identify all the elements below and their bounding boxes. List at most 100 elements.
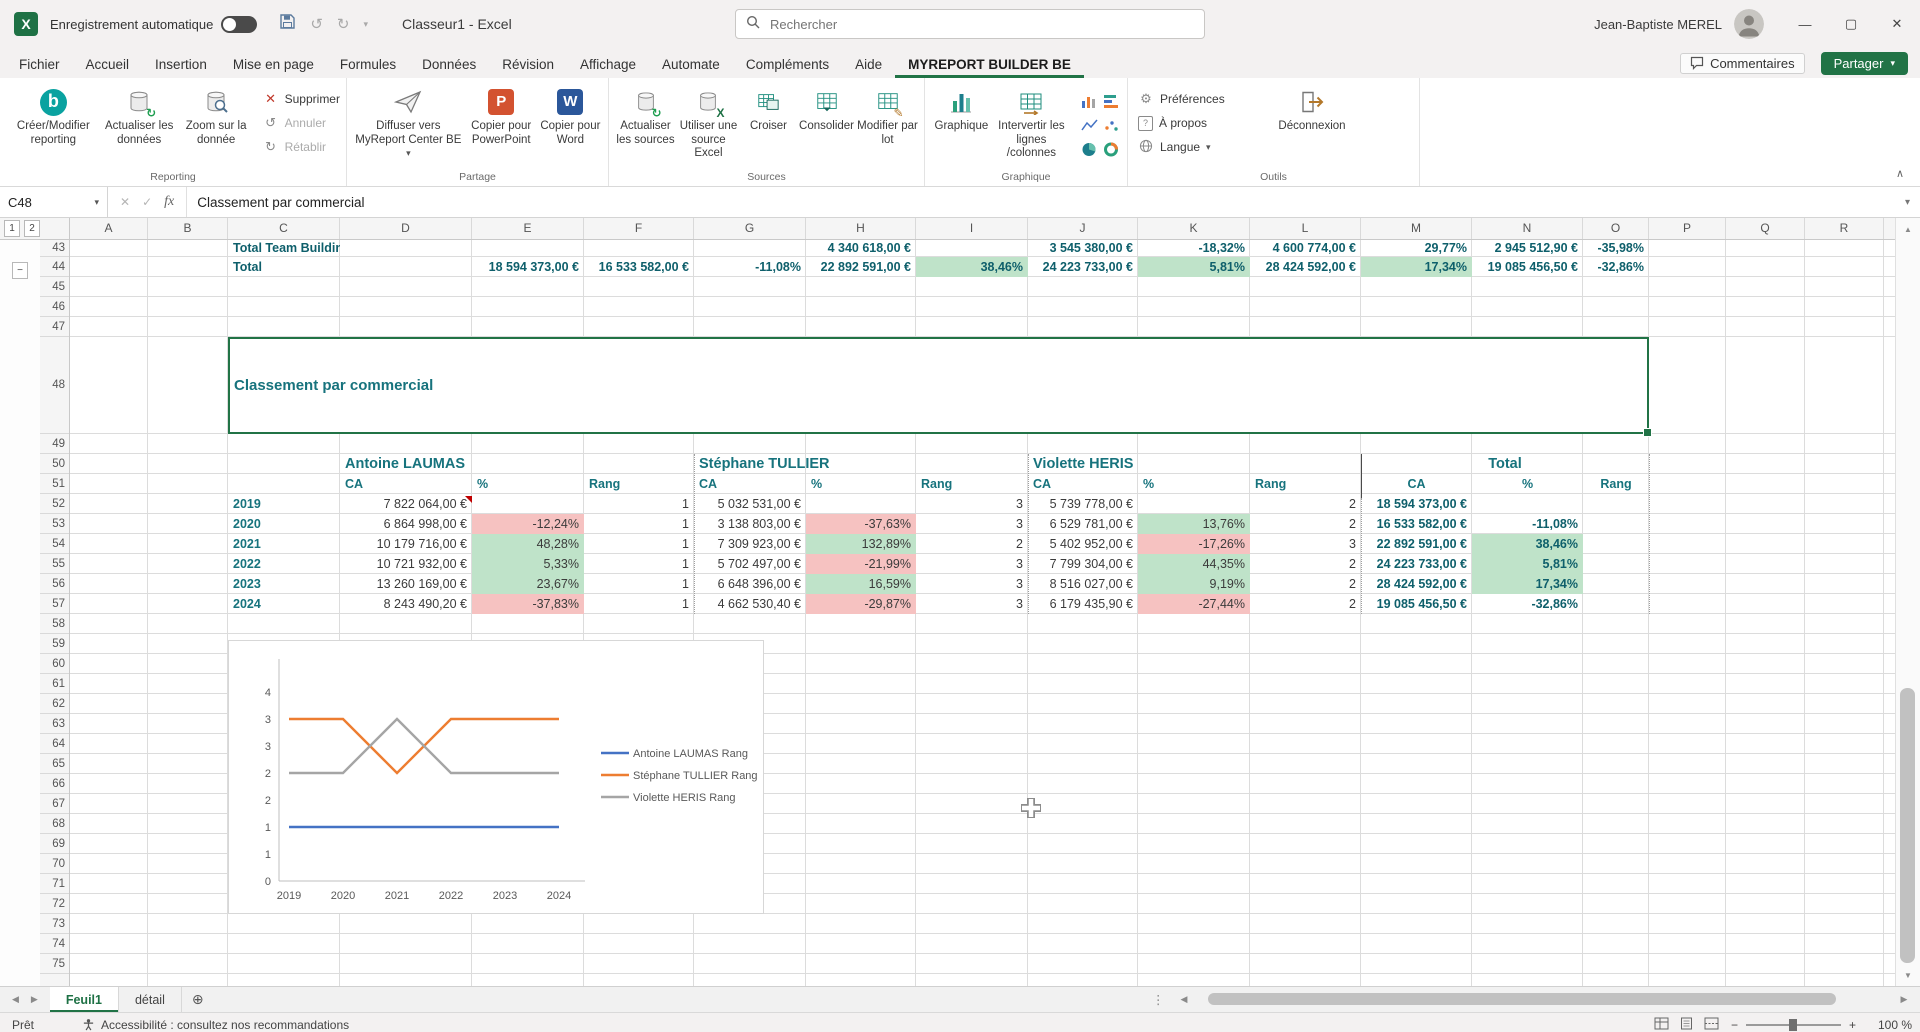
cell-K56[interactable]: 9,19% bbox=[1138, 574, 1250, 594]
batch-edit-button[interactable]: ✎ Modifier par lot bbox=[857, 82, 918, 147]
search-input[interactable] bbox=[768, 16, 1194, 33]
mini-donut-chart-icon[interactable] bbox=[1101, 138, 1121, 160]
preferences-button[interactable]: ⚙Préférences bbox=[1138, 88, 1266, 110]
cell-D54[interactable]: 10 179 716,00 € bbox=[340, 534, 472, 554]
row-header-70[interactable]: 70 bbox=[40, 854, 69, 874]
cell-E55[interactable]: 5,33% bbox=[472, 554, 584, 574]
cell-G53[interactable]: 3 138 803,00 € bbox=[694, 514, 806, 534]
column-header-A[interactable]: A bbox=[70, 218, 148, 239]
cell-I53[interactable]: 3 bbox=[916, 514, 1028, 534]
rank-line-chart[interactable]: 01122334201920202021202220232024Antoine … bbox=[228, 640, 764, 914]
column-header-F[interactable]: F bbox=[584, 218, 694, 239]
menu-tab-insertion[interactable]: Insertion bbox=[142, 52, 220, 78]
page-break-view-icon[interactable] bbox=[1704, 1017, 1719, 1032]
column-header-I[interactable]: I bbox=[916, 218, 1028, 239]
cell-C44[interactable]: Total bbox=[228, 257, 340, 277]
copy-powerpoint-button[interactable]: P Copier pour PowerPoint bbox=[464, 82, 539, 147]
horizontal-scrollbar[interactable]: ◀ ▶ bbox=[1176, 990, 1912, 1008]
name-box[interactable]: C48 ▾ bbox=[0, 187, 108, 217]
row-header-61[interactable]: 61 bbox=[40, 674, 69, 694]
cell-L43[interactable]: 4 600 774,00 € bbox=[1250, 240, 1361, 257]
classement-group-header-0[interactable]: Antoine LAUMAS bbox=[340, 454, 694, 474]
cell-M44[interactable]: 17,34% bbox=[1361, 257, 1472, 277]
menu-tab-mise-en-page[interactable]: Mise en page bbox=[220, 52, 327, 78]
quick-access-caret-icon[interactable]: ▾ bbox=[363, 19, 368, 30]
horizontal-scroll-thumb[interactable] bbox=[1208, 993, 1836, 1005]
cell-K43[interactable]: -18,32% bbox=[1138, 240, 1250, 257]
menu-tab-affichage[interactable]: Affichage bbox=[567, 52, 649, 78]
cell-N55[interactable]: 5,81% bbox=[1472, 554, 1583, 574]
cell-F44[interactable]: 16 533 582,00 € bbox=[584, 257, 694, 277]
cross-sources-button[interactable]: Croiser bbox=[741, 82, 796, 134]
subheader-0-%[interactable]: % bbox=[472, 474, 584, 494]
classement-group-header-3[interactable]: Total bbox=[1361, 454, 1649, 474]
vertical-scrollbar[interactable]: ▲ ▼ bbox=[1895, 218, 1920, 986]
column-header-C[interactable]: C bbox=[228, 218, 340, 239]
maximize-button[interactable]: ▢ bbox=[1828, 0, 1874, 48]
row-header-46[interactable]: 46 bbox=[40, 297, 69, 317]
cell-K57[interactable]: -27,44% bbox=[1138, 594, 1250, 614]
undo-ribbon-button[interactable]: ↺Annuler bbox=[263, 112, 340, 134]
cell-F52[interactable]: 1 bbox=[584, 494, 694, 514]
row-header-65[interactable]: 65 bbox=[40, 754, 69, 774]
year-label-2023[interactable]: 2023 bbox=[228, 574, 340, 594]
scroll-right-icon[interactable]: ▶ bbox=[1896, 994, 1912, 1005]
row-header-62[interactable]: 62 bbox=[40, 694, 69, 714]
cell-M57[interactable]: 19 085 456,50 € bbox=[1361, 594, 1472, 614]
cell-K54[interactable]: -17,26% bbox=[1138, 534, 1250, 554]
cell-F57[interactable]: 1 bbox=[584, 594, 694, 614]
enter-icon[interactable]: ✓ bbox=[142, 195, 152, 209]
cell-L54[interactable]: 3 bbox=[1250, 534, 1361, 554]
menu-tab-myreport-builder-be[interactable]: MYREPORT BUILDER BE bbox=[895, 52, 1084, 78]
cell-J54[interactable]: 5 402 952,00 € bbox=[1028, 534, 1138, 554]
tab-splitter-icon[interactable]: ⋮ bbox=[1152, 987, 1165, 1012]
mini-scatter-chart-icon[interactable] bbox=[1101, 114, 1121, 136]
cell-D55[interactable]: 10 721 932,00 € bbox=[340, 554, 472, 574]
cell-C43[interactable]: Total Team Building bbox=[228, 240, 340, 257]
cell-G54[interactable]: 7 309 923,00 € bbox=[694, 534, 806, 554]
cell-N56[interactable]: 17,34% bbox=[1472, 574, 1583, 594]
outline-collapse-button[interactable]: − bbox=[12, 262, 28, 279]
mini-line-chart-icon[interactable] bbox=[1079, 114, 1099, 136]
save-icon[interactable] bbox=[279, 13, 296, 35]
formula-input[interactable]: Classement par commercial bbox=[187, 195, 364, 210]
column-header-J[interactable]: J bbox=[1028, 218, 1138, 239]
sheet-prev-icon[interactable]: ◀ bbox=[12, 994, 19, 1005]
subheader-2-ca[interactable]: CA bbox=[1028, 474, 1138, 494]
column-header-E[interactable]: E bbox=[472, 218, 584, 239]
subheader-0-rang[interactable]: Rang bbox=[584, 474, 694, 494]
subheader-2-rang[interactable]: Rang bbox=[1250, 474, 1361, 494]
cell-N53[interactable]: -11,08% bbox=[1472, 514, 1583, 534]
cell-O44[interactable]: -32,86% bbox=[1583, 257, 1649, 277]
accessibility-status[interactable]: Accessibilité : consultez nos recommanda… bbox=[82, 1018, 349, 1032]
column-header-Q[interactable]: Q bbox=[1726, 218, 1805, 239]
cell-F55[interactable]: 1 bbox=[584, 554, 694, 574]
row-header-55[interactable]: 55 bbox=[40, 554, 69, 574]
cell-M56[interactable]: 28 424 592,00 € bbox=[1361, 574, 1472, 594]
zoom-level[interactable]: 100 % bbox=[1868, 1018, 1912, 1032]
row-header-60[interactable]: 60 bbox=[40, 654, 69, 674]
cell-K44[interactable]: 5,81% bbox=[1138, 257, 1250, 277]
column-header-D[interactable]: D bbox=[340, 218, 472, 239]
cell-M43[interactable]: 29,77% bbox=[1361, 240, 1472, 257]
mini-pie-chart-icon[interactable] bbox=[1079, 138, 1099, 160]
cell-G52[interactable]: 5 032 531,00 € bbox=[694, 494, 806, 514]
column-header-P[interactable]: P bbox=[1649, 218, 1726, 239]
subheader-3-%[interactable]: % bbox=[1472, 474, 1583, 494]
year-label-2024[interactable]: 2024 bbox=[228, 594, 340, 614]
cell-J57[interactable]: 6 179 435,90 € bbox=[1028, 594, 1138, 614]
add-sheet-button[interactable]: ⊕ bbox=[182, 987, 214, 1012]
cell-J55[interactable]: 7 799 304,00 € bbox=[1028, 554, 1138, 574]
cell-G57[interactable]: 4 662 530,40 € bbox=[694, 594, 806, 614]
zoom-in-icon[interactable]: + bbox=[1849, 1018, 1856, 1032]
cell-J43[interactable]: 3 545 380,00 € bbox=[1028, 240, 1138, 257]
column-header-L[interactable]: L bbox=[1250, 218, 1361, 239]
chart-button[interactable]: Graphique bbox=[931, 82, 992, 134]
cell-J56[interactable]: 8 516 027,00 € bbox=[1028, 574, 1138, 594]
zoom-out-icon[interactable]: − bbox=[1731, 1018, 1738, 1032]
column-header-N[interactable]: N bbox=[1472, 218, 1583, 239]
cell-E56[interactable]: 23,67% bbox=[472, 574, 584, 594]
cell-G56[interactable]: 6 648 396,00 € bbox=[694, 574, 806, 594]
cell-E54[interactable]: 48,28% bbox=[472, 534, 584, 554]
row-header-58[interactable]: 58 bbox=[40, 614, 69, 634]
